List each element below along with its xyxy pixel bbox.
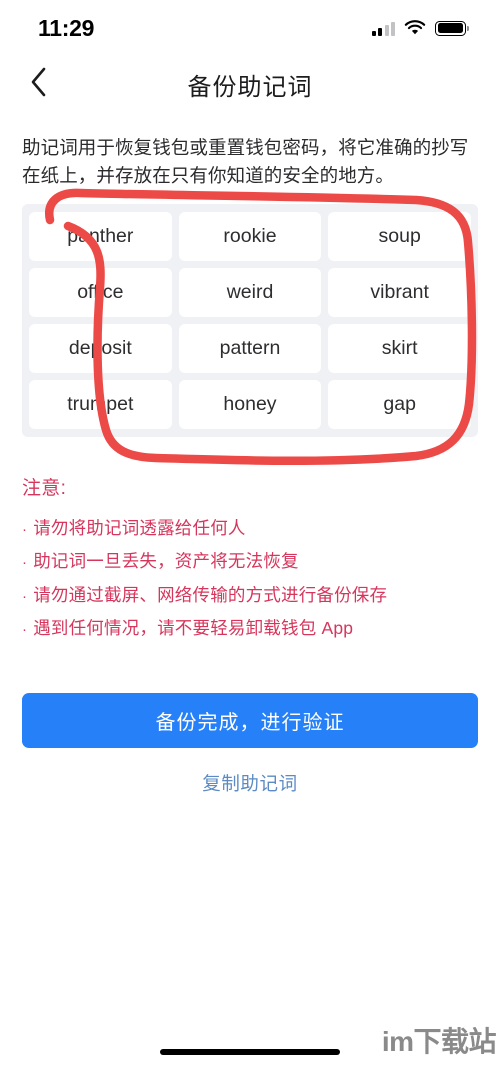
warning-text: 请勿将助记词透露给任何人: [33, 518, 246, 539]
mnemonic-word-chip[interactable]: gap: [328, 380, 471, 430]
bullet-icon: ·: [22, 620, 28, 638]
status-bar-indicators: [371, 20, 469, 36]
mnemonic-word-chip[interactable]: skirt: [328, 324, 471, 374]
cellular-signal-icon: [371, 20, 395, 36]
mnemonic-word-chip[interactable]: deposit: [29, 324, 172, 374]
action-section: 备份完成，进行验证 复制助记词: [22, 693, 478, 796]
warning-list-item: · 请勿将助记词透露给任何人: [22, 512, 478, 545]
phone-screen: 11:29 备份助记词 助记词用于恢复钱包或重置钱包密码，将它准确的抄写在纸上，…: [0, 0, 500, 1082]
status-bar-time: 11:29: [38, 14, 95, 41]
status-bar: 11:29: [0, 0, 500, 56]
mnemonic-word-chip[interactable]: honey: [178, 380, 322, 430]
mnemonic-word-chip[interactable]: vibrant: [328, 268, 471, 318]
warning-text: 助记词一旦丢失，资产将无法恢复: [33, 551, 299, 572]
bullet-icon: ·: [22, 587, 28, 605]
bullet-icon: ·: [22, 554, 28, 572]
navigation-bar: 备份助记词: [0, 56, 500, 112]
page-title: 备份助记词: [187, 73, 313, 101]
mnemonic-grid-section: panther rookie soup office weird vibrant…: [22, 188, 478, 466]
battery-full-icon: [435, 20, 469, 36]
wifi-icon: [404, 20, 426, 36]
mnemonic-word-chip[interactable]: rookie: [178, 212, 322, 262]
mnemonic-word-chip[interactable]: pattern: [178, 324, 322, 374]
warning-list-item: · 请勿通过截屏、网络传输的方式进行备份保存: [22, 579, 478, 612]
warning-list-item: · 助记词一旦丢失，资产将无法恢复: [22, 545, 478, 578]
warning-title: 注意:: [22, 478, 67, 500]
back-button[interactable]: [18, 64, 58, 104]
warning-section: 注意: · 请勿将助记词透露给任何人 · 助记词一旦丢失，资产将无法恢复 · 请…: [22, 473, 478, 645]
mnemonic-grid: panther rookie soup office weird vibrant…: [22, 204, 478, 438]
mnemonic-word-chip[interactable]: office: [29, 268, 172, 318]
mnemonic-word-chip[interactable]: trumpet: [29, 380, 172, 430]
bullet-icon: ·: [22, 521, 28, 539]
copy-mnemonic-link[interactable]: 复制助记词: [22, 770, 478, 796]
chevron-left-icon: [30, 67, 47, 102]
warning-text: 遇到任何情况，请不要轻易卸载钱包 App: [33, 617, 354, 638]
warning-text: 请勿通过截屏、网络传输的方式进行备份保存: [33, 584, 388, 605]
mnemonic-word-chip[interactable]: soup: [328, 212, 471, 262]
warning-list-item: · 遇到任何情况，请不要轻易卸载钱包 App: [22, 612, 478, 645]
backup-complete-verify-button[interactable]: 备份完成，进行验证: [22, 693, 478, 749]
warning-list: · 请勿将助记词透露给任何人 · 助记词一旦丢失，资产将无法恢复 · 请勿通过截…: [22, 512, 478, 645]
description-text: 助记词用于恢复钱包或重置钱包密码，将它准确的抄写在纸上，并存放在只有你知道的安全…: [22, 137, 469, 187]
mnemonic-word-chip[interactable]: panther: [29, 212, 172, 262]
home-indicator[interactable]: [160, 1049, 340, 1055]
mnemonic-word-chip[interactable]: weird: [178, 268, 322, 318]
watermark-text: im下载站: [381, 1026, 497, 1057]
